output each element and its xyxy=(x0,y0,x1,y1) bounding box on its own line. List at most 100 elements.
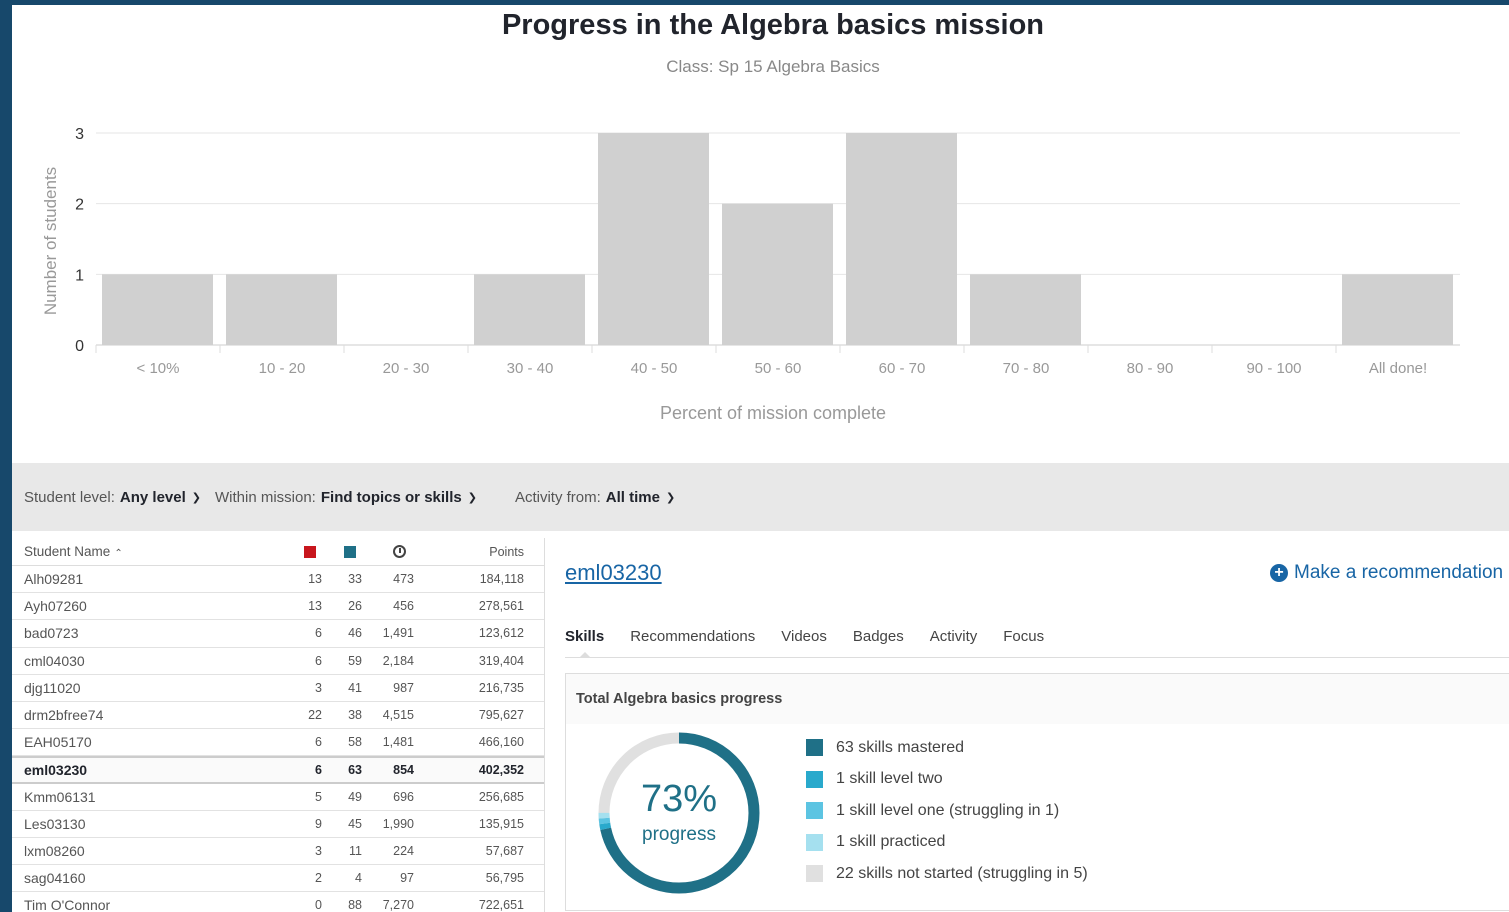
tab-recommendations[interactable]: Recommendations xyxy=(630,628,755,657)
histogram-bar[interactable] xyxy=(1342,274,1453,345)
student-name-cell: EAH05170 xyxy=(24,734,92,751)
table-row[interactable]: Kmm06131 5 49 696 256,685 xyxy=(12,784,544,811)
x-tick-label: 30 - 40 xyxy=(507,360,554,377)
tab-activity[interactable]: Activity xyxy=(930,628,978,657)
points-header[interactable]: Points xyxy=(414,545,534,559)
table-row[interactable]: Alh09281 13 33 473 184,118 xyxy=(12,566,544,594)
table-row[interactable]: EAH05170 6 58 1,481 466,160 xyxy=(12,729,544,757)
legend-swatch xyxy=(806,833,823,851)
make-recommendation-button[interactable]: + Make a recommendation xyxy=(1270,562,1503,584)
points-cell: 256,685 xyxy=(478,789,524,804)
time-cell: 1,491 xyxy=(382,626,414,641)
teal-count-cell: 11 xyxy=(349,843,362,858)
x-tick-label: 80 - 90 xyxy=(1127,360,1174,377)
mission-filter-label: Within mission: xyxy=(215,488,316,506)
student-name-header[interactable]: Student Name ⌃ xyxy=(12,544,282,559)
progress-legend: 63 skills mastered 1 skill level two 1 ski… xyxy=(806,732,1088,890)
student-name-cell: cml04030 xyxy=(24,652,85,669)
student-name-cell: bad0723 xyxy=(24,625,79,642)
tab-videos[interactable]: Videos xyxy=(781,628,827,657)
time-cell: 696 xyxy=(393,789,414,804)
histogram-bar[interactable] xyxy=(226,274,337,345)
red-count-cell: 6 xyxy=(315,653,322,668)
table-row[interactable]: sag04160 2 4 97 56,795 xyxy=(12,865,544,893)
histogram-chart: 0 1 2 3 < 10% 10 - 20 20 - 30 30 - 40 40 - 50 50 … xyxy=(41,126,1460,423)
histogram-bar[interactable] xyxy=(598,133,709,345)
red-count-cell: 6 xyxy=(315,735,322,750)
histogram-bar[interactable] xyxy=(846,133,957,345)
table-row[interactable]: lxm08260 3 11 224 57,687 xyxy=(12,838,544,866)
histogram-bar[interactable] xyxy=(722,203,833,345)
y-tick-label: 1 xyxy=(75,267,84,284)
student-name-cell: Ayh07260 xyxy=(24,598,87,615)
points-cell: 319,404 xyxy=(478,653,524,668)
time-cell: 456 xyxy=(393,599,414,614)
x-tick-label: 70 - 80 xyxy=(1003,360,1050,377)
histogram-bar[interactable] xyxy=(970,274,1081,345)
mission-filter-value: Find topics or skills xyxy=(320,488,462,506)
time-cell: 7,270 xyxy=(382,898,414,912)
student-name-link[interactable]: eml03230 xyxy=(565,560,662,586)
table-row[interactable]: eml03230 6 63 854 402,352 xyxy=(12,756,544,784)
points-cell: 123,612 xyxy=(478,626,524,641)
points-cell: 466,160 xyxy=(478,735,524,750)
student-name-cell: Les03130 xyxy=(24,815,86,832)
tab-badges[interactable]: Badges xyxy=(853,628,904,657)
teal-square-icon xyxy=(344,545,356,558)
clock-icon xyxy=(393,545,406,558)
student-name-cell: djg11020 xyxy=(24,679,81,696)
table-row[interactable]: djg11020 3 41 987 216,735 xyxy=(12,675,544,702)
points-cell: 402,352 xyxy=(478,762,524,777)
teal-count-cell: 59 xyxy=(348,653,362,668)
mission-filter[interactable]: Within mission: Find topics or skills ❯ xyxy=(215,489,477,506)
red-count-cell: 13 xyxy=(308,599,322,614)
mastered-column-header[interactable] xyxy=(282,545,322,558)
report-frame: Progress in the Algebra basics mission C… xyxy=(12,5,1509,912)
histogram-bar[interactable] xyxy=(474,274,585,345)
student-name-cell: lxm08260 xyxy=(24,842,85,859)
teal-count-cell: 63 xyxy=(348,762,362,777)
student-detail-panel: eml03230 + Make a recommendation Skills R… xyxy=(565,538,1509,912)
skills-column-header[interactable] xyxy=(322,545,362,558)
legend-swatch xyxy=(806,865,823,883)
filter-bar: Student level: Any level ❯ Within missio… xyxy=(12,463,1509,531)
tab-skills[interactable]: Skills xyxy=(565,628,604,658)
legend-swatch xyxy=(806,770,823,788)
table-header: Student Name ⌃ Points xyxy=(12,538,544,566)
make-recommendation-label: Make a recommendation xyxy=(1294,562,1504,583)
points-cell: 722,651 xyxy=(478,898,524,912)
student-level-filter[interactable]: Student level: Any level ❯ xyxy=(24,489,201,506)
x-tick-label: All done! xyxy=(1369,360,1427,377)
time-cell: 97 xyxy=(400,871,414,886)
x-tick-label: 90 - 100 xyxy=(1246,360,1301,377)
points-cell: 135,915 xyxy=(478,816,524,831)
teal-count-cell: 41 xyxy=(348,680,362,695)
student-level-value: Any level xyxy=(119,488,186,506)
progress-label: progress xyxy=(642,824,716,845)
table-row[interactable]: Tim O'Connor 0 88 7,270 722,651 xyxy=(12,892,544,912)
table-row[interactable]: Les03130 9 45 1,990 135,915 xyxy=(12,811,544,838)
student-name-cell: Tim O'Connor xyxy=(24,897,111,912)
red-square-icon xyxy=(304,545,316,558)
tab-focus[interactable]: Focus xyxy=(1003,628,1044,657)
student-name-cell: sag04160 xyxy=(24,870,86,887)
red-count-cell: 2 xyxy=(315,871,322,886)
teal-count-cell: 58 xyxy=(348,735,362,750)
y-tick-label: 3 xyxy=(75,126,84,143)
table-row[interactable]: Ayh07260 13 26 456 278,561 xyxy=(12,593,544,621)
detail-tabs: Skills Recommendations Videos Badges Activit… xyxy=(565,628,1509,658)
time-column-header[interactable] xyxy=(362,545,414,558)
table-row[interactable]: drm2bfree74 22 38 4,515 795,627 xyxy=(12,702,544,730)
time-cell: 854 xyxy=(393,762,414,777)
time-cell: 1,481 xyxy=(382,735,414,750)
activity-filter[interactable]: Activity from: All time ❯ xyxy=(515,489,675,506)
legend-label: 1 skill level two xyxy=(836,770,943,788)
time-cell: 473 xyxy=(393,572,414,587)
table-row[interactable]: cml04030 6 59 2,184 319,404 xyxy=(12,648,544,675)
red-count-cell: 6 xyxy=(315,626,322,641)
histogram-bar[interactable] xyxy=(102,274,213,345)
table-row[interactable]: bad0723 6 46 1,491 123,612 xyxy=(12,620,544,648)
chevron-down-icon: ❯ xyxy=(467,491,477,504)
points-cell: 278,561 xyxy=(478,599,524,614)
points-cell: 56,795 xyxy=(485,871,524,886)
